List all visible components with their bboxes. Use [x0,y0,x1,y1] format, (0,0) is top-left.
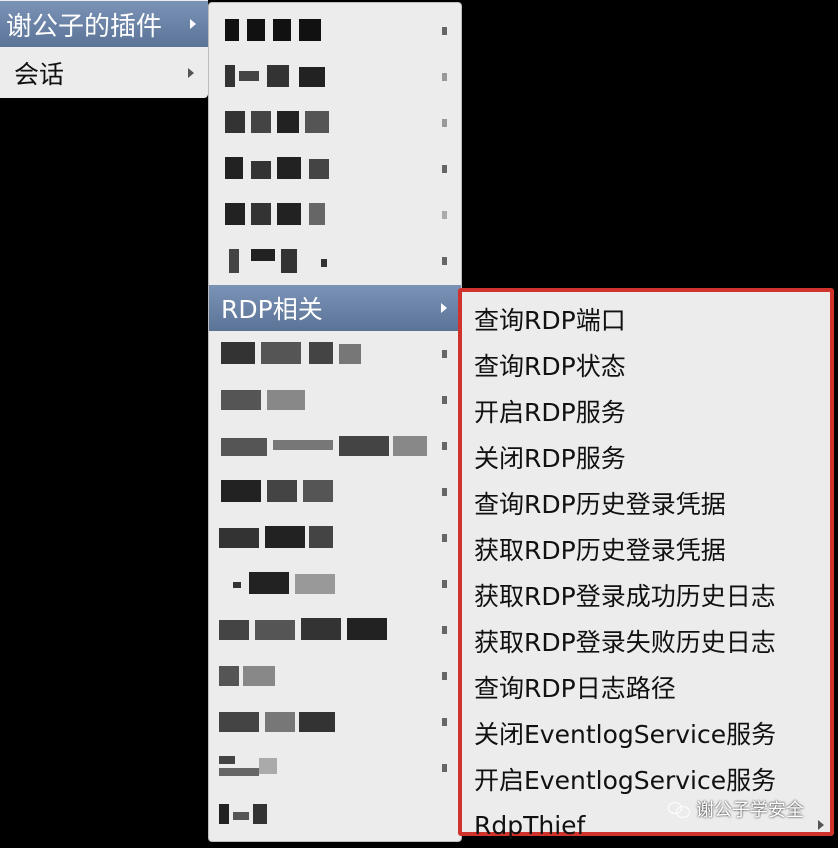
pixelated-label [221,386,311,414]
submenu-arrow-icon [442,396,447,404]
pixelated-label [221,432,429,460]
menu-item-obscured-14[interactable] [209,653,461,699]
menu-item-obscured-1[interactable] [209,8,461,54]
pixelated-label [219,662,279,690]
submenu-arrow-icon [442,718,447,726]
submenu-arrow-icon [190,19,196,29]
menu-item-get-rdp-credentials[interactable]: 获取RDP历史登录凭据 [462,526,830,572]
submenu-arrow-icon [818,820,824,830]
pixelated-label [225,63,331,91]
menu-item-label: 获取RDP历史登录凭据 [474,536,726,565]
menu-item-disable-rdp[interactable]: 关闭RDP服务 [462,434,830,480]
menu-item-session[interactable]: 会话 [0,50,208,96]
pixelated-label [219,616,391,644]
pixelated-label [219,524,339,552]
menu-item-query-rdp-port[interactable]: 查询RDP端口 [462,296,830,342]
pixelated-label [225,247,331,275]
menu-item-enable-rdp[interactable]: 开启RDP服务 [462,388,830,434]
pixelated-label [225,17,331,45]
menu-item-obscured-11[interactable] [209,515,461,561]
submenu-arrow-icon [442,672,447,680]
menu-item-rdp[interactable]: RDP相关 [209,285,461,331]
menu-item-query-rdp-credentials[interactable]: 查询RDP历史登录凭据 [462,480,830,526]
menu-item-obscured-6[interactable] [209,238,461,284]
submenu-arrow-icon [442,764,447,772]
menu-item-label: RdpThief [474,810,586,840]
menu-item-disable-eventlog[interactable]: 关闭EventlogService服务 [462,710,830,756]
submenu-arrow-icon [442,442,447,450]
menu-item-obscured-4[interactable] [209,146,461,192]
menu-item-obscured-9[interactable] [209,423,461,469]
menu-item-obscured-5[interactable] [209,192,461,238]
menu-item-xiegongzi-plugins[interactable]: 谢公子的插件 [0,1,208,47]
menu-item-label: 关闭EventlogService服务 [474,720,777,749]
pixelated-label [221,340,363,368]
submenu-arrow-icon [441,303,447,313]
submenu-arrow-icon [188,68,194,78]
plugin-submenu: RDP相关 [208,2,462,842]
menu-item-query-rdp-log-path[interactable]: 查询RDP日志路径 [462,664,830,710]
menu-item-label: 查询RDP端口 [474,306,626,335]
menu-item-query-rdp-status[interactable]: 查询RDP状态 [462,342,830,388]
pixelated-label [221,478,341,506]
menu-item-obscured-2[interactable] [209,54,461,100]
submenu-arrow-icon [442,488,447,496]
menu-item-label: RDP相关 [221,295,323,324]
pixelated-label [219,800,279,828]
submenu-arrow-icon [442,165,447,173]
menu-item-label: 会话 [14,60,65,89]
submenu-arrow-icon [442,257,447,265]
menu-item-label: 开启EventlogService服务 [474,766,777,795]
menu-item-label: 查询RDP日志路径 [474,674,676,703]
pixelated-label [225,155,331,183]
context-menu-main: 谢公子的插件 会话 [0,0,208,98]
watermark: 谢公子学安全 [668,795,804,823]
menu-item-label: 谢公子的插件 [6,11,163,42]
pixelated-label [219,708,339,736]
menu-item-rdp-login-success-log[interactable]: 获取RDP登录成功历史日志 [462,572,830,618]
menu-item-obscured-8[interactable] [209,377,461,423]
menu-item-obscured-15[interactable] [209,699,461,745]
menu-item-obscured-13[interactable] [209,607,461,653]
watermark-text: 谢公子学安全 [696,800,804,821]
menu-item-label: 查询RDP状态 [474,352,626,381]
submenu-arrow-icon [442,350,447,358]
pixelated-label [219,754,279,782]
submenu-arrow-icon [442,211,447,219]
submenu-arrow-icon [442,73,447,81]
submenu-arrow-icon [442,27,447,35]
menu-item-label: 获取RDP登录失败历史日志 [474,628,776,657]
submenu-arrow-icon [442,119,447,127]
submenu-arrow-icon [442,580,447,588]
wechat-icon [668,800,690,818]
pixelated-label [225,201,331,229]
menu-item-obscured-17[interactable] [209,791,461,837]
menu-item-obscured-16[interactable] [209,745,461,791]
rdp-submenu: 查询RDP端口 查询RDP状态 开启RDP服务 关闭RDP服务 查询RDP历史登… [458,288,834,840]
menu-item-label: 关闭RDP服务 [474,444,626,473]
pixelated-label [225,109,331,137]
menu-item-obscured-3[interactable] [209,100,461,146]
menu-item-label: 查询RDP历史登录凭据 [474,490,726,519]
menu-item-rdp-login-fail-log[interactable]: 获取RDP登录失败历史日志 [462,618,830,664]
menu-item-obscured-12[interactable] [209,561,461,607]
menu-item-label: 开启RDP服务 [474,398,626,427]
menu-item-label: 获取RDP登录成功历史日志 [474,582,776,611]
submenu-arrow-icon [442,534,447,542]
pixelated-label [233,570,343,598]
submenu-arrow-icon [442,626,447,634]
menu-item-obscured-7[interactable] [209,331,461,377]
menu-item-obscured-10[interactable] [209,469,461,515]
